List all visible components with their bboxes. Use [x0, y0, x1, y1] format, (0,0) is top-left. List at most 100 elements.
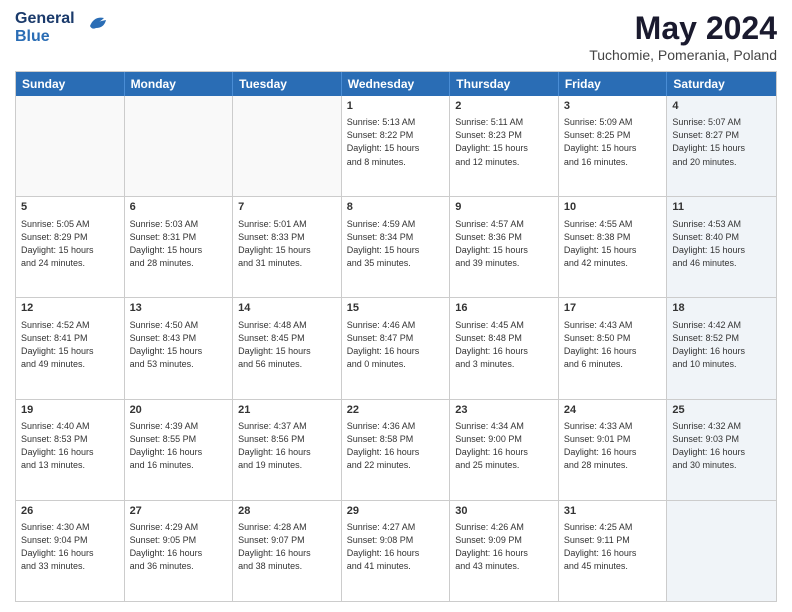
- day-cell-23: 23 Sunrise: 4:34 AM Sunset: 9:00 PM Dayli…: [450, 400, 559, 500]
- day-cell-18: 18Sunrise: 4:42 AM Sunset: 8:52 PM Dayli…: [667, 298, 776, 398]
- day-number: 23: [455, 403, 553, 418]
- day-number: 2: [455, 99, 553, 114]
- weekday-header-friday: Friday: [559, 72, 668, 96]
- empty-cell-0-1: [125, 96, 234, 196]
- day-cell-12: 12 Sunrise: 4:52 AM Sunset: 8:41 PM Dayli…: [16, 298, 125, 398]
- day-cell-24: 24 Sunrise: 4:33 AM Sunset: 9:01 PM Dayli…: [559, 400, 668, 500]
- day-info: Sunrise: 4:37 AM Sunset: 8:56 PM Dayligh…: [238, 420, 336, 472]
- day-cell-31: 31 Sunrise: 4:25 AM Sunset: 9:11 PM Dayli…: [559, 501, 668, 601]
- page: General Blue May 2024 Tuchomie, Pomerani…: [0, 0, 792, 612]
- calendar-row-1: 5 Sunrise: 5:05 AM Sunset: 8:29 PM Daylig…: [16, 196, 776, 297]
- day-cell-22: 22 Sunrise: 4:36 AM Sunset: 8:58 PM Dayli…: [342, 400, 451, 500]
- day-number: 19: [21, 403, 119, 418]
- day-cell-29: 29Sunrise: 4:27 AM Sunset: 9:08 PM Dayli…: [342, 501, 451, 601]
- day-number: 8: [347, 200, 445, 215]
- logo-general: General: [15, 10, 75, 28]
- day-cell-1: 1 Sunrise: 5:13 AM Sunset: 8:22 PM Daylig…: [342, 96, 451, 196]
- day-cell-8: 8 Sunrise: 4:59 AM Sunset: 8:34 PM Daylig…: [342, 197, 451, 297]
- day-number: 15: [347, 301, 445, 316]
- day-info: Sunrise: 5:11 AM Sunset: 8:23 PM Dayligh…: [455, 116, 553, 168]
- day-info: Sunrise: 4:36 AM Sunset: 8:58 PM Dayligh…: [347, 420, 445, 472]
- subtitle: Tuchomie, Pomerania, Poland: [589, 47, 777, 63]
- day-info: Sunrise: 4:59 AM Sunset: 8:34 PM Dayligh…: [347, 218, 445, 270]
- calendar-row-2: 12 Sunrise: 4:52 AM Sunset: 8:41 PM Dayli…: [16, 297, 776, 398]
- day-info: Sunrise: 5:07 AM Sunset: 8:27 PM Dayligh…: [672, 116, 771, 168]
- day-cell-17: 17 Sunrise: 4:43 AM Sunset: 8:50 PM Dayli…: [559, 298, 668, 398]
- day-cell-5: 5 Sunrise: 5:05 AM Sunset: 8:29 PM Daylig…: [16, 197, 125, 297]
- day-number: 1: [347, 99, 445, 114]
- day-cell-27: 27Sunrise: 4:29 AM Sunset: 9:05 PM Dayli…: [125, 501, 234, 601]
- day-info: Sunrise: 5:09 AM Sunset: 8:25 PM Dayligh…: [564, 116, 662, 168]
- day-info: Sunrise: 4:39 AM Sunset: 8:55 PM Dayligh…: [130, 420, 228, 472]
- day-number: 5: [21, 200, 119, 215]
- day-info: Sunrise: 4:43 AM Sunset: 8:50 PM Dayligh…: [564, 319, 662, 371]
- day-cell-13: 13 Sunrise: 4:50 AM Sunset: 8:43 PM Dayli…: [125, 298, 234, 398]
- calendar-row-0: 1 Sunrise: 5:13 AM Sunset: 8:22 PM Daylig…: [16, 96, 776, 196]
- day-info: Sunrise: 4:25 AM Sunset: 9:11 PM Dayligh…: [564, 521, 662, 573]
- calendar: SundayMondayTuesdayWednesdayThursdayFrid…: [15, 71, 777, 602]
- day-info: Sunrise: 5:05 AM Sunset: 8:29 PM Dayligh…: [21, 218, 119, 270]
- day-info: Sunrise: 4:28 AM Sunset: 9:07 PM Dayligh…: [238, 521, 336, 573]
- main-title: May 2024: [589, 10, 777, 47]
- day-number: 14: [238, 301, 336, 316]
- day-info: Sunrise: 4:57 AM Sunset: 8:36 PM Dayligh…: [455, 218, 553, 270]
- day-cell-19: 19 Sunrise: 4:40 AM Sunset: 8:53 PM Dayli…: [16, 400, 125, 500]
- day-info: Sunrise: 5:03 AM Sunset: 8:31 PM Dayligh…: [130, 218, 228, 270]
- empty-cell-4-6: [667, 501, 776, 601]
- weekday-header-thursday: Thursday: [450, 72, 559, 96]
- day-number: 30: [455, 504, 553, 519]
- day-number: 9: [455, 200, 553, 215]
- day-cell-16: 16Sunrise: 4:45 AM Sunset: 8:48 PM Dayli…: [450, 298, 559, 398]
- day-info: Sunrise: 4:45 AM Sunset: 8:48 PM Dayligh…: [455, 319, 553, 371]
- day-number: 22: [347, 403, 445, 418]
- day-cell-20: 20Sunrise: 4:39 AM Sunset: 8:55 PM Dayli…: [125, 400, 234, 500]
- day-info: Sunrise: 4:48 AM Sunset: 8:45 PM Dayligh…: [238, 319, 336, 371]
- day-cell-15: 15Sunrise: 4:46 AM Sunset: 8:47 PM Dayli…: [342, 298, 451, 398]
- day-info: Sunrise: 4:32 AM Sunset: 9:03 PM Dayligh…: [672, 420, 771, 472]
- empty-cell-0-0: [16, 96, 125, 196]
- day-number: 4: [672, 99, 771, 114]
- day-cell-30: 30 Sunrise: 4:26 AM Sunset: 9:09 PM Dayli…: [450, 501, 559, 601]
- day-cell-7: 7 Sunrise: 5:01 AM Sunset: 8:33 PM Daylig…: [233, 197, 342, 297]
- weekday-header-saturday: Saturday: [667, 72, 776, 96]
- weekday-header-monday: Monday: [125, 72, 234, 96]
- day-cell-21: 21Sunrise: 4:37 AM Sunset: 8:56 PM Dayli…: [233, 400, 342, 500]
- day-number: 12: [21, 301, 119, 316]
- day-number: 24: [564, 403, 662, 418]
- day-info: Sunrise: 4:55 AM Sunset: 8:38 PM Dayligh…: [564, 218, 662, 270]
- day-info: Sunrise: 4:53 AM Sunset: 8:40 PM Dayligh…: [672, 218, 771, 270]
- day-cell-9: 9 Sunrise: 4:57 AM Sunset: 8:36 PM Daylig…: [450, 197, 559, 297]
- day-cell-3: 3 Sunrise: 5:09 AM Sunset: 8:25 PM Daylig…: [559, 96, 668, 196]
- day-info: Sunrise: 5:01 AM Sunset: 8:33 PM Dayligh…: [238, 218, 336, 270]
- calendar-header: SundayMondayTuesdayWednesdayThursdayFrid…: [16, 72, 776, 96]
- day-cell-6: 6Sunrise: 5:03 AM Sunset: 8:31 PM Daylig…: [125, 197, 234, 297]
- logo: General Blue: [15, 10, 112, 45]
- day-cell-14: 14 Sunrise: 4:48 AM Sunset: 8:45 PM Dayli…: [233, 298, 342, 398]
- day-info: Sunrise: 4:42 AM Sunset: 8:52 PM Dayligh…: [672, 319, 771, 371]
- day-number: 7: [238, 200, 336, 215]
- day-cell-25: 25 Sunrise: 4:32 AM Sunset: 9:03 PM Dayli…: [667, 400, 776, 500]
- day-number: 13: [130, 301, 228, 316]
- day-info: Sunrise: 4:33 AM Sunset: 9:01 PM Dayligh…: [564, 420, 662, 472]
- day-info: Sunrise: 5:13 AM Sunset: 8:22 PM Dayligh…: [347, 116, 445, 168]
- weekday-header-tuesday: Tuesday: [233, 72, 342, 96]
- day-number: 25: [672, 403, 771, 418]
- calendar-body: 1 Sunrise: 5:13 AM Sunset: 8:22 PM Daylig…: [16, 96, 776, 601]
- day-cell-2: 2 Sunrise: 5:11 AM Sunset: 8:23 PM Daylig…: [450, 96, 559, 196]
- empty-cell-0-2: [233, 96, 342, 196]
- day-info: Sunrise: 4:40 AM Sunset: 8:53 PM Dayligh…: [21, 420, 119, 472]
- day-cell-10: 10 Sunrise: 4:55 AM Sunset: 8:38 PM Dayli…: [559, 197, 668, 297]
- day-number: 3: [564, 99, 662, 114]
- day-number: 17: [564, 301, 662, 316]
- logo-blue: Blue: [15, 28, 50, 46]
- day-info: Sunrise: 4:26 AM Sunset: 9:09 PM Dayligh…: [455, 521, 553, 573]
- day-number: 26: [21, 504, 119, 519]
- day-info: Sunrise: 4:27 AM Sunset: 9:08 PM Dayligh…: [347, 521, 445, 573]
- day-info: Sunrise: 4:52 AM Sunset: 8:41 PM Dayligh…: [21, 319, 119, 371]
- day-number: 11: [672, 200, 771, 215]
- day-info: Sunrise: 4:34 AM Sunset: 9:00 PM Dayligh…: [455, 420, 553, 472]
- day-info: Sunrise: 4:50 AM Sunset: 8:43 PM Dayligh…: [130, 319, 228, 371]
- day-number: 27: [130, 504, 228, 519]
- day-number: 10: [564, 200, 662, 215]
- day-number: 31: [564, 504, 662, 519]
